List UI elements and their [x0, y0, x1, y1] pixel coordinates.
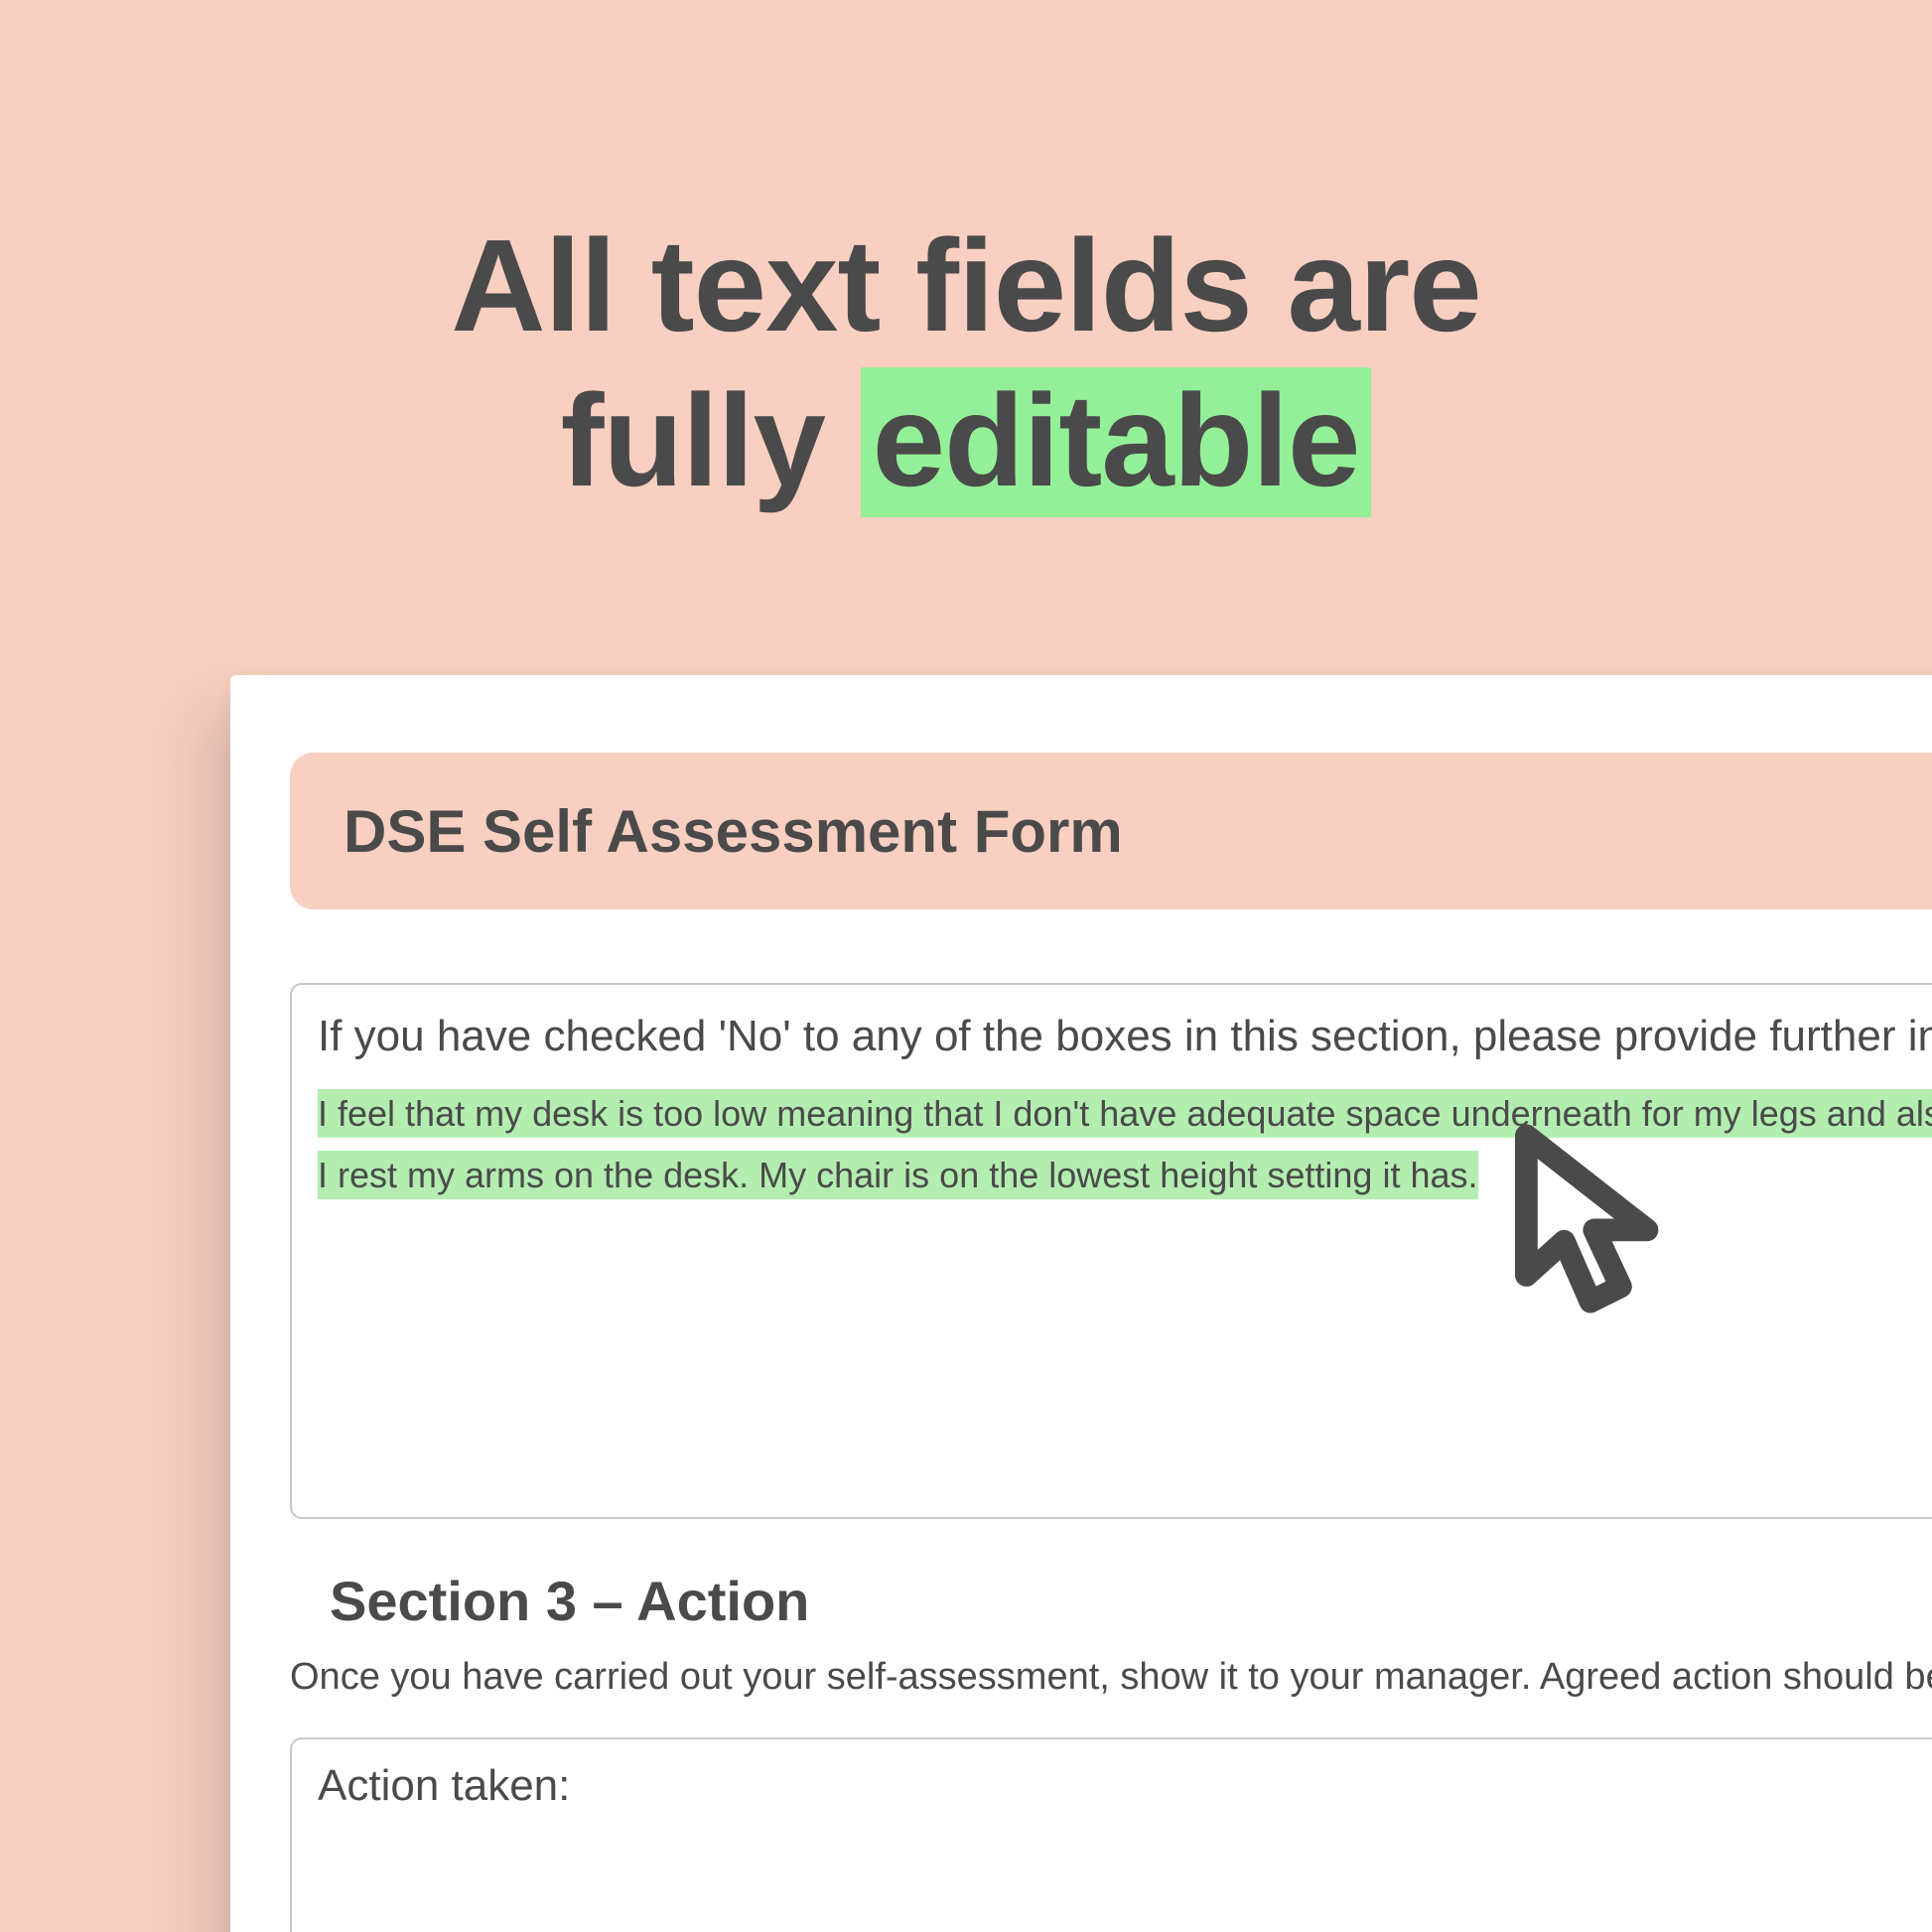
response-prompt: If you have checked 'No' to any of the b… [318, 1007, 1932, 1065]
response-textarea[interactable]: If you have checked 'No' to any of the b… [290, 983, 1932, 1519]
form-title: DSE Self Assessment Form [344, 797, 1123, 866]
section-3-heading: Section 3 – Action [330, 1569, 809, 1633]
action-taken-textarea[interactable]: Action taken: [290, 1737, 1932, 1932]
promo-headline: All text fields arefully editable [0, 208, 1932, 518]
response-answer-wrap[interactable]: I feel that my desk is too low meaning t… [318, 1083, 1932, 1206]
document-card: DSE Self Assessment Form If you have che… [230, 675, 1932, 1932]
headline-highlight: editable [861, 367, 1372, 517]
response-answer[interactable]: I feel that my desk is too low meaning t… [318, 1089, 1932, 1199]
form-title-bar: DSE Self Assessment Form [290, 753, 1932, 909]
section-3-note: Once you have carried out your self-asse… [290, 1656, 1932, 1699]
action-taken-label: Action taken: [318, 1761, 1932, 1811]
